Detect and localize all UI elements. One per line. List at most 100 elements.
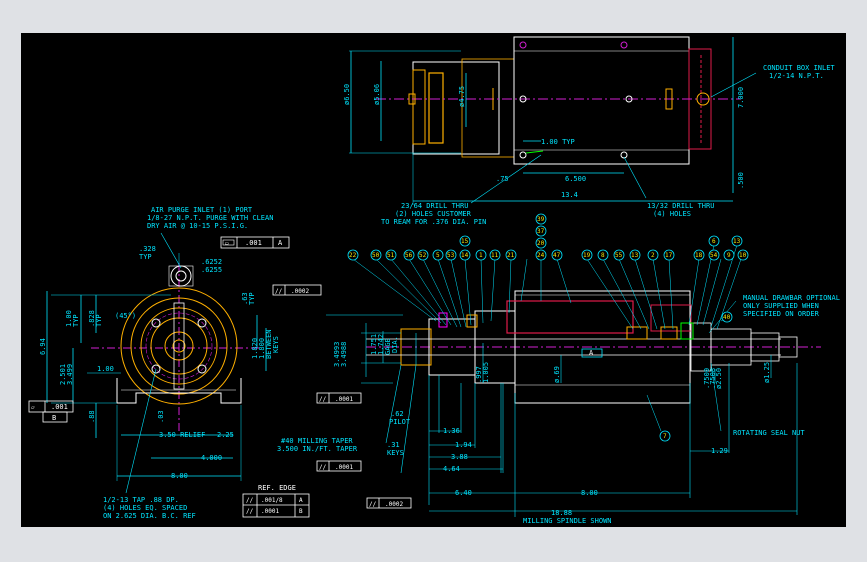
balloon-47: 47 <box>553 252 561 259</box>
note-tap-2: (4) HOLES EQ. SPACED <box>103 504 187 512</box>
dim-4-000: 4.000 <box>201 454 222 462</box>
balloon-19: 19 <box>583 252 591 259</box>
balloon-11: 11 <box>491 252 499 259</box>
dim-45deg: (45°) <box>115 312 136 320</box>
side-view <box>272 213 821 517</box>
dim-88: .88 <box>88 410 96 423</box>
dim-1-00-a-typ: TYP <box>72 314 80 327</box>
balloon-2: 2 <box>651 252 655 259</box>
note-drill-2364: 23/64 DRILL THRU <box>401 202 468 210</box>
note-milling-spindle: MILLING SPINDLE SHOWN <box>523 517 612 525</box>
dim-1-94: 1.94 <box>455 441 472 449</box>
ref-row-1-sym: // <box>246 497 254 504</box>
balloon-52: 52 <box>419 252 427 259</box>
dim-62: .62 <box>391 410 404 418</box>
balloon-1: 1 <box>479 252 483 259</box>
ref-edge-title: REF. EDGE <box>258 484 296 492</box>
balloon-14: 14 <box>461 252 469 259</box>
ref-edge-table: REF. EDGE // .001/8 A // .0001 B <box>242 484 310 518</box>
note-milling-taper-1: #40 MILLING TAPER <box>281 437 353 445</box>
note-drill-1332: 13/32 DRILL THRU <box>647 202 714 210</box>
note-drawbar-1: MANUAL DRAWBAR OPTIONAL <box>743 294 840 302</box>
balloon-24: 24 <box>537 252 545 259</box>
datum-tol: .001 <box>51 403 68 411</box>
dim-8-00-side: 8.00 <box>581 489 598 497</box>
balloon-53: 53 <box>447 252 455 259</box>
note-drill-2364-holes: (2) HOLES CUSTOMER <box>395 210 472 218</box>
datum-a: A <box>589 349 594 357</box>
ref-row-2-val: .0001 <box>261 508 279 515</box>
flatness-tol-top: .001 <box>245 239 262 247</box>
balloon-6: 6 <box>712 238 716 245</box>
ref-row-1-ref: A <box>299 497 303 504</box>
ref-row-2-ref: B <box>299 508 303 515</box>
balloon-15: 15 <box>461 238 469 245</box>
note-air-purge-3: DRY AIR @ 10-15 P.S.I.G. <box>147 222 248 230</box>
balloon-9: 9 <box>727 252 731 259</box>
dim-63-typ: TYP <box>248 292 256 305</box>
runout-symbol-2: // <box>319 396 327 403</box>
dim-keys-side: KEYS <box>387 449 404 457</box>
dim-6255: .6255 <box>201 266 222 274</box>
balloon-8: 8 <box>601 252 605 259</box>
note-air-purge-1: AIR PURGE INLET (1) PORT <box>151 206 253 214</box>
balloon-51: 51 <box>387 252 395 259</box>
dim-1-29: 1.29 <box>711 447 728 455</box>
balloon-17: 17 <box>665 252 673 259</box>
dim-0-500: .500 <box>737 172 745 189</box>
dim-328-typ: TYP <box>139 253 152 261</box>
flatness-ref-top: A <box>278 239 283 247</box>
dim-31: .31 <box>387 441 400 449</box>
dim-dia-4-75: ø4.75 <box>458 86 466 107</box>
flatness-symbol: ▭ <box>225 240 229 247</box>
dim-dia-5-06: ø5.06 <box>373 84 381 105</box>
dim-03: .03 <box>157 410 165 423</box>
balloon-7: 7 <box>663 433 667 440</box>
datum-b: B <box>52 414 56 422</box>
dim-6-40: 6.40 <box>455 489 472 497</box>
dim-6252: .6252 <box>201 258 222 266</box>
dim-328: .328 <box>139 245 156 253</box>
balloon-54: 54 <box>710 252 718 259</box>
note-drill-1332-holes: (4) HOLES <box>653 210 691 218</box>
balloon-13-b: 13 <box>733 238 741 245</box>
runout-symbol-4: // <box>369 501 377 508</box>
top-view <box>349 36 757 205</box>
balloon-37: 37 <box>537 228 545 235</box>
flatness-symbol-b: ▱ <box>31 404 35 411</box>
dim-3-50-relief: 3.50 RELIEF <box>159 431 205 439</box>
side-view-labels: 22 50 51 56 52 5 53 14 15 1 11 21 39 37 … <box>275 216 840 525</box>
dim-828-typ: TYP <box>95 314 103 327</box>
balloon-21: 21 <box>507 252 515 259</box>
ref-row-2-sym: // <box>246 508 254 515</box>
balloon-55: 55 <box>615 252 623 259</box>
dim-7508: .7508 <box>709 368 717 389</box>
dim-3-499: 3.499 <box>66 364 74 385</box>
top-view-dimension-labels: ø6.50 ø5.06 ø4.75 7.000 .500 1.00 TYP 6.… <box>343 64 835 226</box>
runout-symbol-1: // <box>275 288 283 295</box>
cad-drawing-canvas[interactable]: ø6.50 ø5.06 ø4.75 7.000 .500 1.00 TYP 6.… <box>21 33 846 527</box>
runout-tol-1: .0002 <box>291 288 309 295</box>
note-drill-2364-ream: TO REAM FOR .376 DIA. PIN <box>381 218 486 226</box>
dim-7-000: 7.000 <box>737 87 745 108</box>
note-milling-taper-2: 3.500 IN./FT. TAPER <box>277 445 358 453</box>
dim-2-25: 2.25 <box>217 431 234 439</box>
dim-1-00-typ: 1.00 TYP <box>541 138 575 146</box>
note-drawbar-3: SPECIFIED ON ORDER <box>743 310 820 318</box>
dim-4-64: 4.64 <box>443 465 460 473</box>
note-tap-1: 1/2-13 TAP .88 DP. <box>103 496 179 504</box>
dim-keys: KEYS <box>272 336 280 353</box>
note-conduit-npt: 1/2-14 N.P.T. <box>769 72 824 80</box>
cad-drawing-svg: ø6.50 ø5.06 ø4.75 7.000 .500 1.00 TYP 6.… <box>28 36 840 525</box>
balloon-56: 56 <box>405 252 413 259</box>
balloon-40: 40 <box>723 314 731 321</box>
note-tap-3: ON 2.625 DIA. B.C. REF <box>103 512 196 520</box>
dim-6-500: 6.500 <box>565 175 586 183</box>
dim-dia-69: ø.69 <box>553 366 561 383</box>
dim-3-88: 3.88 <box>451 453 468 461</box>
dim-1-00-b: 1.00 <box>97 365 114 373</box>
balloon-39: 39 <box>537 216 545 223</box>
dim-dia-6-50: ø6.50 <box>343 84 351 105</box>
balloon-10: 10 <box>739 252 747 259</box>
balloon-22: 22 <box>349 252 357 259</box>
